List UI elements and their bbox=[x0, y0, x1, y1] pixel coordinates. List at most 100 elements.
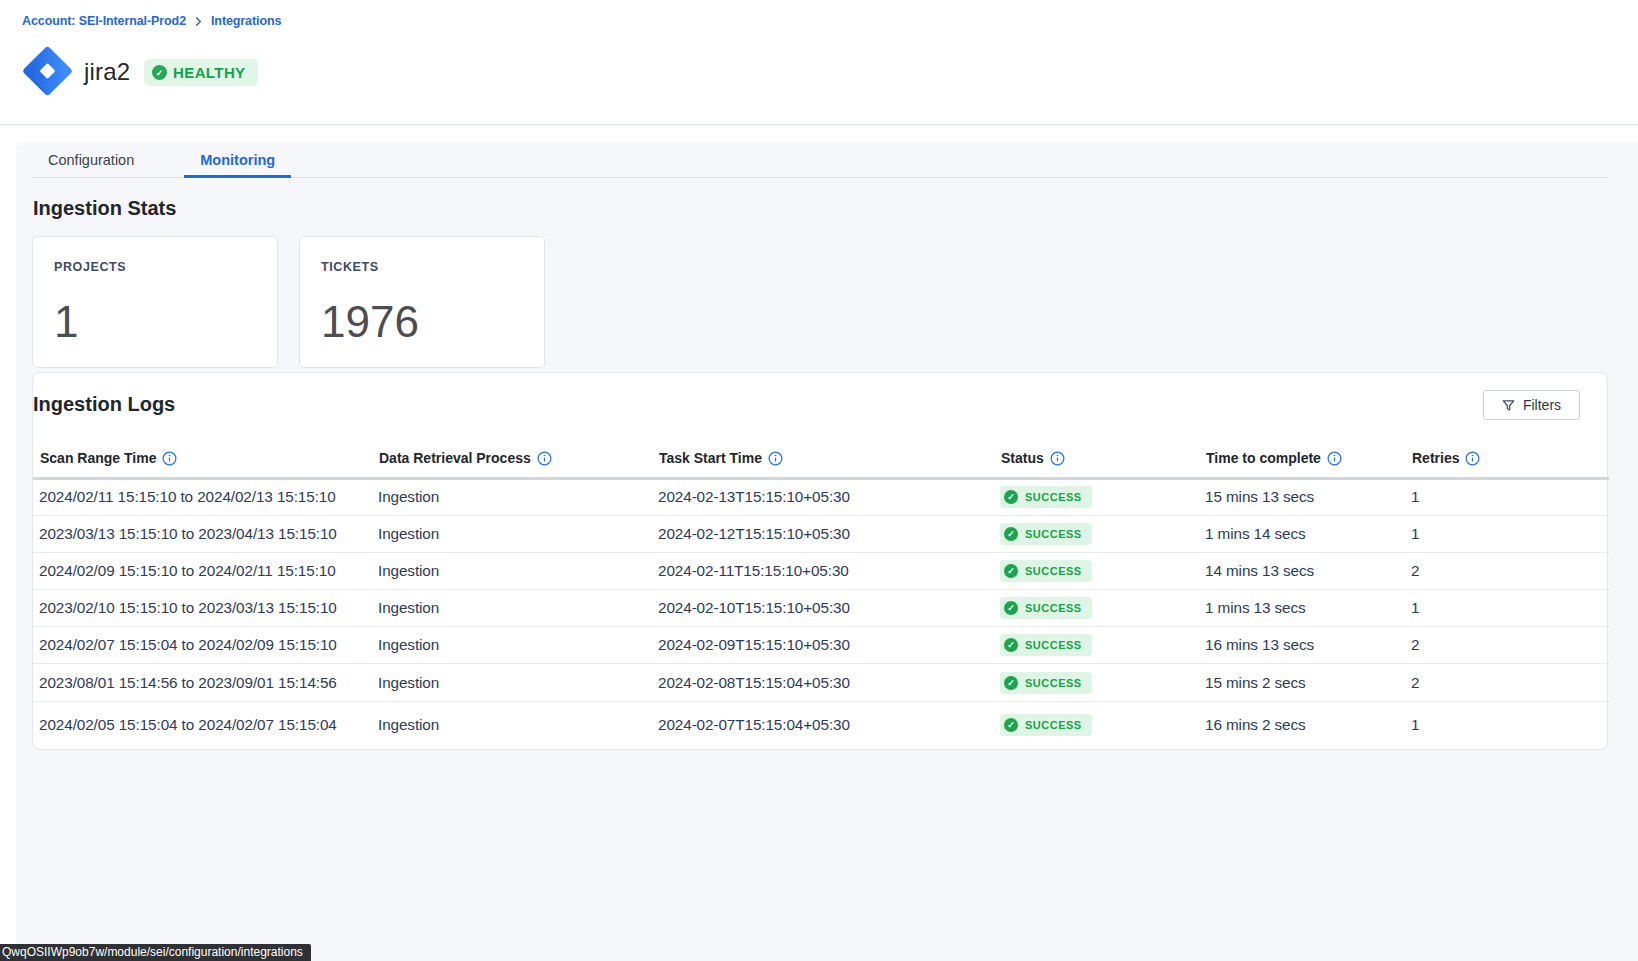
cell-time-to-complete: 15 mins 2 secs bbox=[1199, 664, 1405, 701]
cell-time-to-complete: 14 mins 13 secs bbox=[1199, 552, 1405, 589]
status-badge: ✓SUCCESS bbox=[1000, 560, 1092, 582]
check-circle-icon: ✓ bbox=[1004, 527, 1018, 541]
cell-scan-range: 2023/02/10 15:15:10 to 2023/03/13 15:15:… bbox=[33, 590, 372, 627]
cell-retries: 2 bbox=[1405, 552, 1609, 589]
column-header-retries: Retries bbox=[1405, 440, 1609, 478]
column-header-scan-range-time: Scan Range Time bbox=[33, 440, 372, 478]
cell-scan-range: 2024/02/05 15:15:04 to 2024/02/07 15:15:… bbox=[33, 701, 372, 749]
info-icon[interactable] bbox=[162, 451, 177, 466]
cell-retries: 1 bbox=[1405, 478, 1609, 515]
info-icon[interactable] bbox=[1050, 451, 1065, 466]
ingestion-stats-heading: Ingestion Stats bbox=[33, 198, 1608, 218]
table-row: 2024/02/11 15:15:10 to 2024/02/13 15:15:… bbox=[33, 478, 1609, 515]
status-badge: ✓SUCCESS bbox=[1000, 672, 1092, 694]
cell-process: Ingestion bbox=[372, 590, 652, 627]
info-icon[interactable] bbox=[1465, 451, 1480, 466]
cell-scan-range: 2024/02/09 15:15:10 to 2024/02/11 15:15:… bbox=[33, 552, 372, 589]
cell-scan-range: 2024/02/11 15:15:10 to 2024/02/13 15:15:… bbox=[33, 478, 372, 515]
stat-card-label: PROJECTS bbox=[54, 260, 277, 274]
status-badge: ✓SUCCESS bbox=[1000, 634, 1092, 656]
check-circle-icon: ✓ bbox=[1004, 564, 1018, 578]
cell-task-start: 2024-02-08T15:15:04+05:30 bbox=[652, 664, 994, 701]
table-row: 2023/02/10 15:15:10 to 2023/03/13 15:15:… bbox=[33, 590, 1609, 627]
ingestion-logs-card: Ingestion Logs Filters Scan Range TimeDa… bbox=[32, 372, 1608, 750]
column-header-data-retrieval-process: Data Retrieval Process bbox=[372, 440, 652, 478]
ingestion-logs-heading: Ingestion Logs bbox=[33, 394, 1607, 414]
cell-scan-range: 2024/02/07 15:15:04 to 2024/02/09 15:15:… bbox=[33, 627, 372, 664]
table-row: 2024/02/07 15:15:04 to 2024/02/09 15:15:… bbox=[33, 627, 1609, 664]
cell-time-to-complete: 16 mins 2 secs bbox=[1199, 701, 1405, 749]
breadcrumb-account-link[interactable]: Account: SEI-Internal-Prod2 bbox=[22, 14, 186, 28]
cell-retries: 2 bbox=[1405, 664, 1609, 701]
info-icon[interactable] bbox=[1327, 451, 1342, 466]
header-divider bbox=[0, 124, 1638, 125]
column-header-status: Status bbox=[994, 440, 1199, 478]
page-title: jira2 bbox=[84, 58, 130, 86]
column-header-task-start-time: Task Start Time bbox=[652, 440, 994, 478]
stat-card-label: TICKETS bbox=[321, 260, 544, 274]
cell-task-start: 2024-02-11T15:15:10+05:30 bbox=[652, 552, 994, 589]
filters-button[interactable]: Filters bbox=[1483, 390, 1580, 420]
cell-time-to-complete: 1 mins 14 secs bbox=[1199, 515, 1405, 552]
cell-status: ✓SUCCESS bbox=[994, 552, 1199, 589]
cell-status: ✓SUCCESS bbox=[994, 478, 1199, 515]
check-circle-icon: ✓ bbox=[152, 65, 167, 80]
check-circle-icon: ✓ bbox=[1004, 718, 1018, 732]
stat-card-projects: PROJECTS 1 bbox=[32, 236, 278, 368]
check-circle-icon: ✓ bbox=[1004, 601, 1018, 615]
cell-process: Ingestion bbox=[372, 552, 652, 589]
table-body: 2024/02/11 15:15:10 to 2024/02/13 15:15:… bbox=[33, 478, 1609, 749]
cell-task-start: 2024-02-10T15:15:10+05:30 bbox=[652, 590, 994, 627]
table-row: 2024/02/09 15:15:10 to 2024/02/11 15:15:… bbox=[33, 552, 1609, 589]
cell-process: Ingestion bbox=[372, 627, 652, 664]
check-circle-icon: ✓ bbox=[1004, 676, 1018, 690]
chevron-right-icon bbox=[194, 17, 203, 26]
status-badge: ✓SUCCESS bbox=[1000, 714, 1092, 736]
cell-process: Ingestion bbox=[372, 478, 652, 515]
info-icon[interactable] bbox=[537, 451, 552, 466]
tab-monitoring[interactable]: Monitoring bbox=[184, 142, 291, 178]
column-header-time-to-complete: Time to complete bbox=[1199, 440, 1405, 478]
cell-status: ✓SUCCESS bbox=[994, 664, 1199, 701]
cell-retries: 2 bbox=[1405, 627, 1609, 664]
table-row: 2024/02/05 15:15:04 to 2024/02/07 15:15:… bbox=[33, 701, 1609, 749]
jira-logo-icon bbox=[20, 42, 75, 104]
cell-retries: 1 bbox=[1405, 701, 1609, 749]
tab-bar: Configuration Monitoring bbox=[32, 142, 1608, 178]
breadcrumb-integrations-link[interactable]: Integrations bbox=[211, 14, 281, 28]
cell-process: Ingestion bbox=[372, 701, 652, 749]
cell-task-start: 2024-02-13T15:15:10+05:30 bbox=[652, 478, 994, 515]
stat-card-value: 1976 bbox=[321, 300, 544, 344]
stats-cards: PROJECTS 1 TICKETS 1976 bbox=[32, 236, 1608, 368]
stat-card-value: 1 bbox=[54, 300, 277, 344]
status-badge: ✓SUCCESS bbox=[1000, 523, 1092, 545]
breadcrumb: Account: SEI-Internal-Prod2 Integrations bbox=[22, 14, 281, 28]
status-badge: ✓SUCCESS bbox=[1000, 597, 1092, 619]
cell-retries: 1 bbox=[1405, 590, 1609, 627]
cell-process: Ingestion bbox=[372, 664, 652, 701]
content-panel: ConfigurationMonitoring Ingestion Stats … bbox=[16, 142, 1638, 961]
table-header-row: Scan Range TimeData Retrieval ProcessTas… bbox=[33, 440, 1609, 478]
cell-time-to-complete: 15 mins 13 secs bbox=[1199, 478, 1405, 515]
cell-task-start: 2024-02-09T15:15:10+05:30 bbox=[652, 627, 994, 664]
url-preview-statusbar: QwqOSIIWp9ob7w/module/sei/configuration/… bbox=[0, 944, 311, 961]
cell-scan-range: 2023/03/13 15:15:10 to 2023/04/13 15:15:… bbox=[33, 515, 372, 552]
info-icon[interactable] bbox=[768, 451, 783, 466]
table-row: 2023/08/01 15:14:56 to 2023/09/01 15:14:… bbox=[33, 664, 1609, 701]
cell-status: ✓SUCCESS bbox=[994, 515, 1199, 552]
tab-configuration[interactable]: Configuration bbox=[32, 142, 150, 178]
check-circle-icon: ✓ bbox=[1004, 638, 1018, 652]
cell-task-start: 2024-02-07T15:15:04+05:30 bbox=[652, 701, 994, 749]
table-row: 2023/03/13 15:15:10 to 2023/04/13 15:15:… bbox=[33, 515, 1609, 552]
filter-funnel-icon bbox=[1502, 399, 1515, 412]
cell-retries: 1 bbox=[1405, 515, 1609, 552]
cell-time-to-complete: 16 mins 13 secs bbox=[1199, 627, 1405, 664]
cell-time-to-complete: 1 mins 13 secs bbox=[1199, 590, 1405, 627]
cell-scan-range: 2023/08/01 15:14:56 to 2023/09/01 15:14:… bbox=[33, 664, 372, 701]
health-status-badge: ✓ HEALTHY bbox=[144, 59, 258, 86]
filters-button-label: Filters bbox=[1523, 397, 1561, 413]
status-badge: ✓SUCCESS bbox=[1000, 486, 1092, 508]
cell-process: Ingestion bbox=[372, 515, 652, 552]
stat-card-tickets: TICKETS 1976 bbox=[299, 236, 545, 368]
check-circle-icon: ✓ bbox=[1004, 490, 1018, 504]
